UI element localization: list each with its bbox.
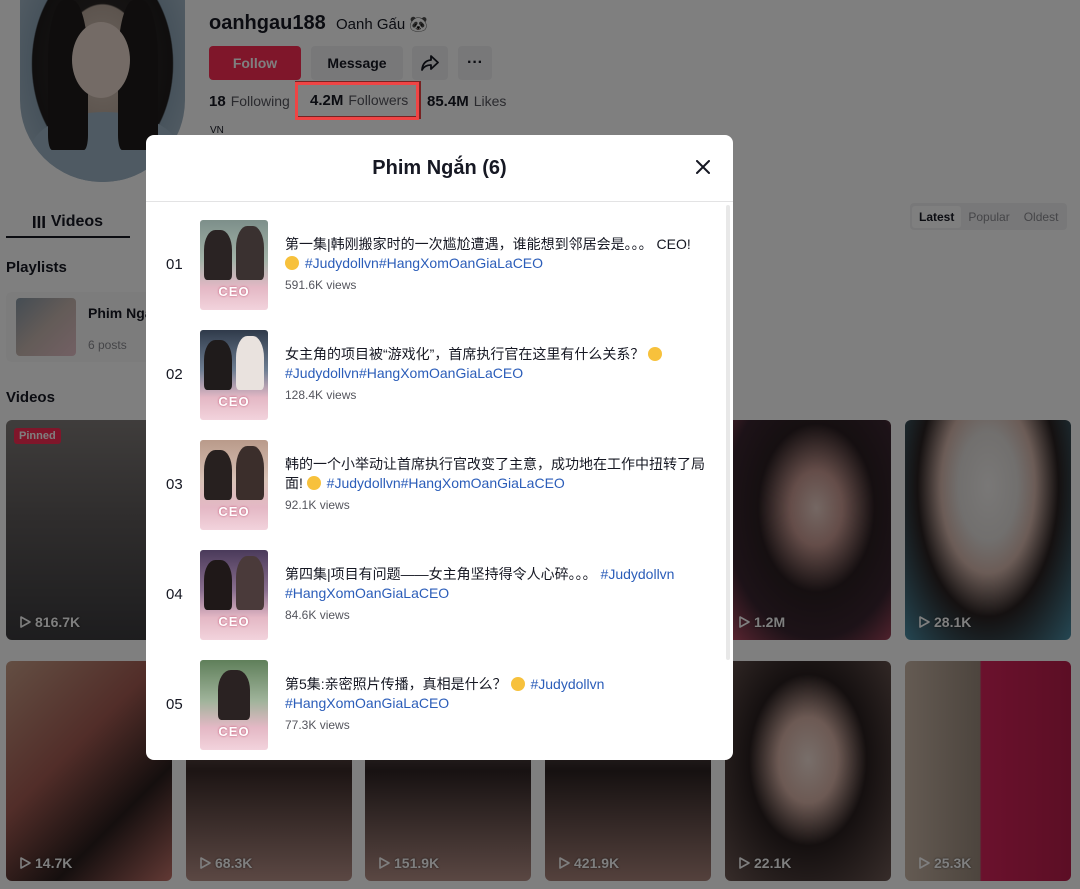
item-hashtags-2[interactable]: #HangXomOanGiaLaCEO: [285, 585, 449, 601]
heart-eyes-emoji-icon: [306, 476, 321, 490]
item-thumbnail: CEO: [200, 220, 268, 310]
playlist-video-list[interactable]: 01 CEO 第一集|韩刚搬家时的一次尴尬遭遇，谁能想到邻居会是。。。 CEO!…: [146, 203, 733, 760]
item-number: 02: [166, 366, 183, 383]
crying-emoji-icon: [510, 677, 525, 691]
item-title: 女主角的项目被“游戏化”，首席执行官在这里有什么关系？ #Judydollvn#…: [285, 345, 715, 383]
item-hashtags[interactable]: #Judydollvn: [601, 566, 675, 582]
item-views: 92.1K views: [285, 498, 350, 512]
item-views: 84.6K views: [285, 608, 350, 622]
item-number: 05: [166, 696, 183, 713]
item-views: 591.6K views: [285, 278, 357, 292]
item-views: 128.4K views: [285, 388, 357, 402]
item-number: 01: [166, 256, 183, 273]
item-hashtags[interactable]: #Judydollvn#HangXomOanGiaLaCEO: [285, 365, 523, 381]
modal-header: Phim Ngắn (6): [146, 135, 733, 202]
item-hashtags[interactable]: #Judydollvn: [530, 676, 604, 692]
item-hashtags[interactable]: #Judydollvn#HangXomOanGiaLaCEO: [327, 475, 565, 491]
list-item[interactable]: 04 CEO 第四集|项目有问题——女主角坚持得令人心碎。。。 #Judydol…: [146, 533, 726, 643]
modal-scrollbar[interactable]: [726, 205, 730, 660]
list-item[interactable]: 05 CEO 第5集:亲密照片传播，真相是什么？ #Judydollvn #Ha…: [146, 643, 726, 753]
playlist-modal: Phim Ngắn (6) 01 CEO 第一集|韩刚搬家时的一次尴尬遭遇，谁能…: [146, 135, 733, 760]
item-thumbnail: CEO: [200, 660, 268, 750]
followers-highlight-box: [295, 82, 419, 120]
grin-emoji-icon: [285, 256, 299, 270]
item-thumbnail: CEO: [200, 440, 268, 530]
list-item[interactable]: 03 CEO 韩的一个小举动让首席执行官改变了主意，成功地在工作中扭转了局面! …: [146, 423, 726, 533]
item-title: 韩的一个小举动让首席执行官改变了主意，成功地在工作中扭转了局面! #Judydo…: [285, 456, 705, 491]
item-hashtags[interactable]: #Judydollvn#HangXomOanGiaLaCEO: [305, 255, 543, 271]
item-number: 03: [166, 476, 183, 493]
item-thumbnail: CEO: [200, 550, 268, 640]
close-button[interactable]: [691, 155, 715, 179]
list-item[interactable]: 02 CEO 女主角的项目被“游戏化”，首席执行官在这里有什么关系？ #Judy…: [146, 313, 726, 423]
item-title: 第一集|韩刚搬家时的一次尴尬遭遇，谁能想到邻居会是。。。 CEO! #Judyd…: [285, 236, 691, 271]
modal-title: Phim Ngắn (6): [372, 157, 507, 179]
close-icon: [696, 160, 710, 174]
item-hashtags-2[interactable]: #HangXomOanGiaLaCEO: [285, 695, 449, 711]
thinking-emoji-icon: [648, 347, 663, 361]
item-title: 第5集:亲密照片传播，真相是什么？ #Judydollvn #HangXomOa…: [285, 676, 605, 711]
item-views: 77.3K views: [285, 718, 350, 732]
item-number: 04: [166, 586, 183, 603]
item-thumbnail: CEO: [200, 330, 268, 420]
list-item[interactable]: 01 CEO 第一集|韩刚搬家时的一次尴尬遭遇，谁能想到邻居会是。。。 CEO!…: [146, 203, 726, 313]
item-title: 第四集|项目有问题——女主角坚持得令人心碎。。。 #Judydollvn #Ha…: [285, 566, 675, 601]
